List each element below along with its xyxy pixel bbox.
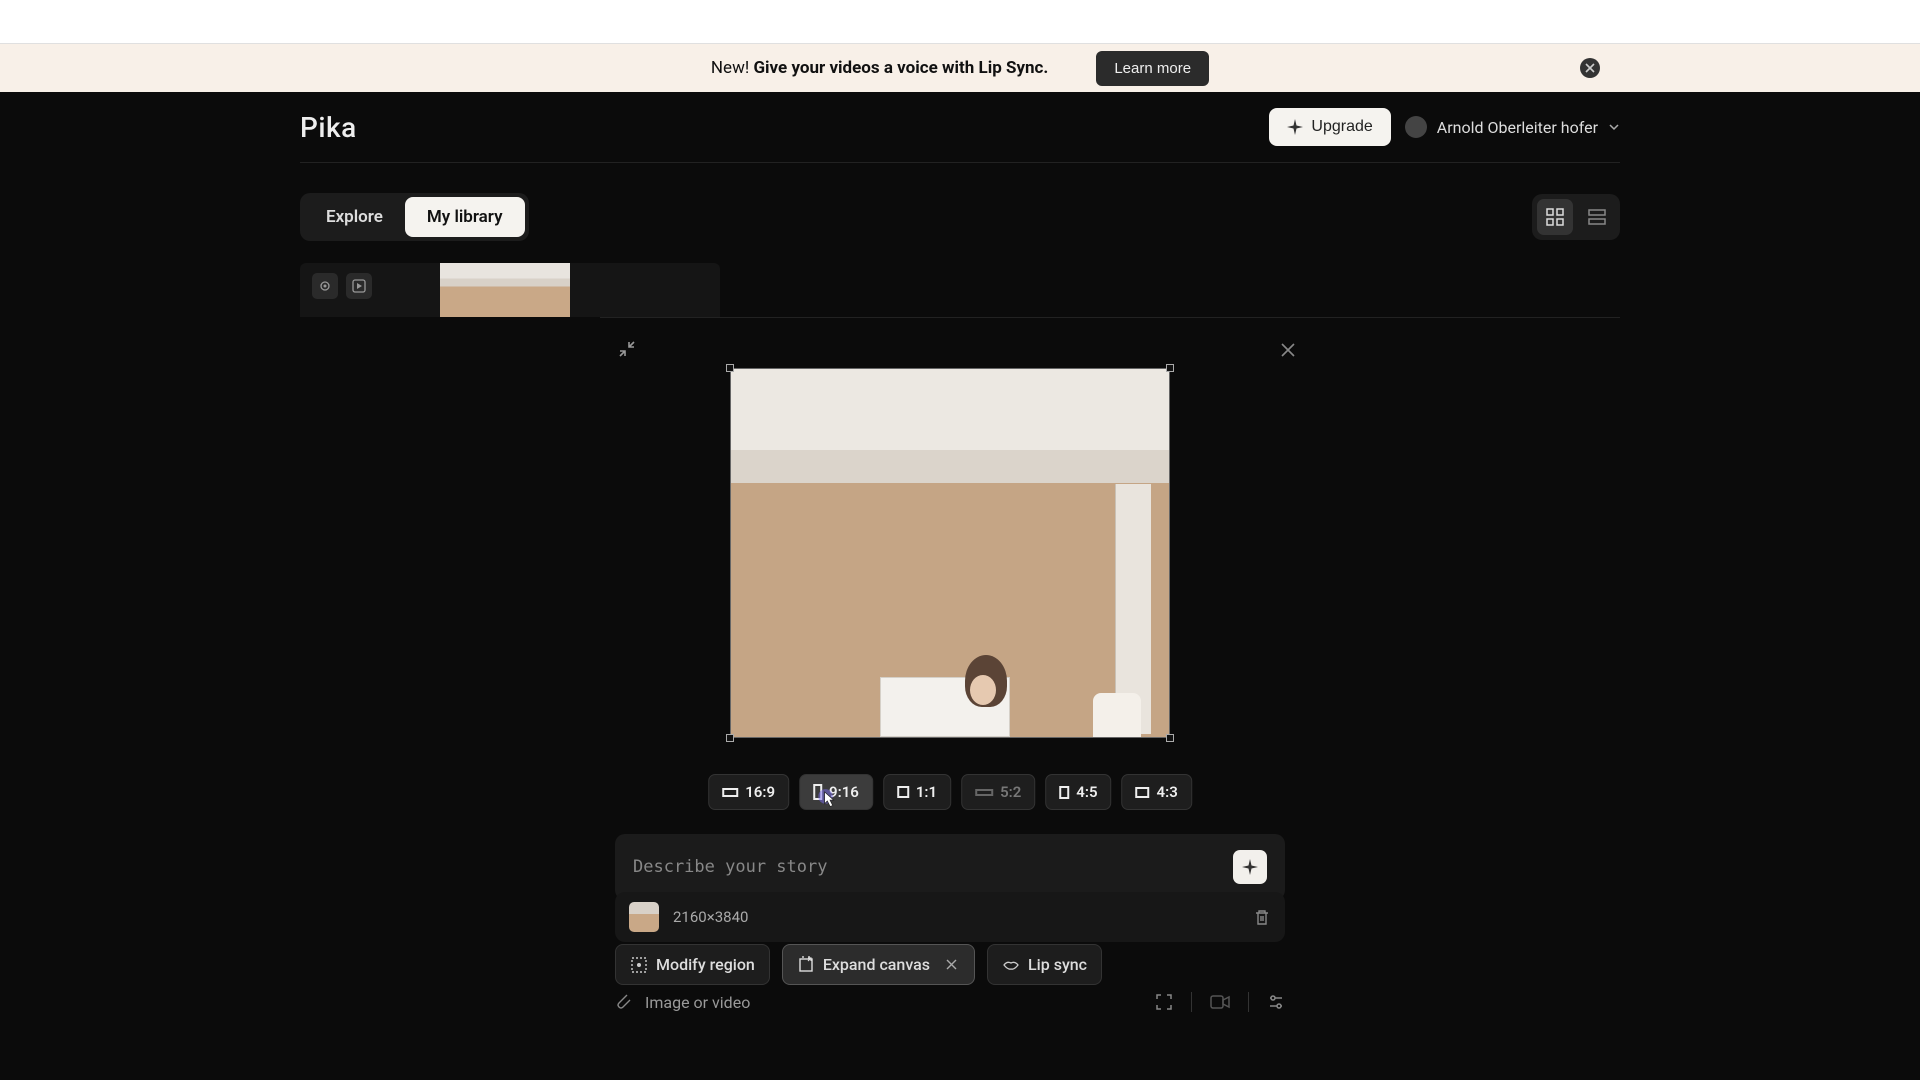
settings-button[interactable] xyxy=(1267,993,1285,1011)
ratio-icon xyxy=(722,788,738,797)
upgrade-label: Upgrade xyxy=(1311,118,1372,136)
tab-explore[interactable]: Explore xyxy=(304,197,405,237)
ratio-4-3[interactable]: 4:3 xyxy=(1122,774,1192,810)
bottom-toolbar: Image or video xyxy=(615,992,1285,1012)
ratio-5-2[interactable]: 5:2 xyxy=(961,774,1035,810)
ratio-9-16[interactable]: 9:16 xyxy=(799,774,873,810)
ratio-label: 5:2 xyxy=(1000,783,1021,801)
tool-close-button[interactable] xyxy=(942,956,960,974)
list-icon xyxy=(1588,208,1606,226)
close-icon xyxy=(1280,342,1296,358)
canvas-frame[interactable]: 16:9 9:16 1:1 5:2 4:5 xyxy=(730,368,1170,738)
grid-view-button[interactable] xyxy=(1537,199,1573,235)
paperclip-icon xyxy=(615,993,633,1011)
view-toggle xyxy=(1532,194,1620,240)
collapse-icon xyxy=(618,340,636,358)
resize-handle-bl[interactable] xyxy=(726,734,734,742)
cursor-pointer-icon xyxy=(818,789,838,813)
tool-label: Lip sync xyxy=(1028,955,1087,974)
tool-label: Expand canvas xyxy=(823,955,930,974)
user-menu[interactable]: Arnold Oberleiter hofer xyxy=(1405,116,1620,138)
delete-attachment-button[interactable] xyxy=(1253,908,1271,926)
close-icon xyxy=(946,959,957,970)
modify-region-button[interactable]: Modify region xyxy=(615,944,770,985)
region-icon xyxy=(630,956,648,974)
banner-prefix: New! xyxy=(711,58,754,78)
close-editor-button[interactable] xyxy=(1280,342,1296,358)
lip-sync-button[interactable]: Lip sync xyxy=(987,944,1102,985)
video-settings-button[interactable] xyxy=(1210,994,1230,1010)
focus-icon xyxy=(312,273,338,299)
divider xyxy=(1191,992,1192,1012)
sparkle-icon xyxy=(1287,119,1303,135)
browser-chrome-gap xyxy=(0,0,1920,44)
library-thumbnail xyxy=(440,263,570,317)
lips-icon xyxy=(1002,956,1020,974)
ratio-icon xyxy=(1059,786,1069,799)
learn-more-button[interactable]: Learn more xyxy=(1096,51,1209,86)
prompt-placeholder[interactable]: Describe your story xyxy=(633,857,827,877)
generate-button[interactable] xyxy=(1233,850,1267,884)
library-item[interactable] xyxy=(300,263,720,317)
attachment-button[interactable] xyxy=(615,993,633,1011)
fullscreen-button[interactable] xyxy=(1155,993,1173,1011)
app-header: Pika Upgrade Arnold Oberleiter hofer xyxy=(0,92,1920,162)
ratio-label: 4:3 xyxy=(1157,783,1178,801)
ratio-16-9[interactable]: 16:9 xyxy=(708,774,789,810)
user-name: Arnold Oberleiter hofer xyxy=(1437,118,1598,137)
attachment-dimensions: 2160×3840 xyxy=(673,908,748,926)
resize-handle-tl[interactable] xyxy=(726,364,734,372)
canvas-preview[interactable] xyxy=(730,368,1170,738)
ratio-1-1[interactable]: 1:1 xyxy=(883,774,951,810)
ratio-4-5[interactable]: 4:5 xyxy=(1045,774,1111,810)
upgrade-button[interactable]: Upgrade xyxy=(1269,108,1390,146)
ratio-icon xyxy=(975,789,993,796)
ratio-icon xyxy=(1136,787,1150,798)
sliders-icon xyxy=(1267,993,1285,1011)
ratio-label: 4:5 xyxy=(1076,783,1097,801)
list-view-button[interactable] xyxy=(1579,199,1615,235)
nav-tabs: Explore My library xyxy=(300,193,529,241)
fullscreen-icon xyxy=(1155,993,1173,1011)
collapse-button[interactable] xyxy=(618,340,636,358)
tools-row: Modify region Expand canvas Lip sync xyxy=(615,938,1285,991)
chevron-down-icon xyxy=(1608,121,1620,133)
expand-canvas-button[interactable]: Expand canvas xyxy=(782,944,975,985)
attachment-label: Image or video xyxy=(645,993,750,1012)
grid-icon xyxy=(1546,208,1564,226)
video-icon xyxy=(1210,994,1230,1010)
sparkle-icon xyxy=(1242,859,1258,875)
aspect-ratio-bar: 16:9 9:16 1:1 5:2 4:5 xyxy=(708,774,1192,810)
divider xyxy=(1248,992,1249,1012)
prompt-input-box: Describe your story xyxy=(615,834,1285,900)
attachment-row: 2160×3840 xyxy=(615,892,1285,942)
banner-bold: Give your videos a voice with Lip Sync. xyxy=(753,58,1048,78)
expand-icon xyxy=(797,956,815,974)
tab-my-library[interactable]: My library xyxy=(405,197,525,237)
attachment-thumbnail[interactable] xyxy=(629,902,659,932)
resize-handle-tr[interactable] xyxy=(1166,364,1174,372)
logo: Pika xyxy=(300,111,357,144)
ratio-label: 1:1 xyxy=(916,783,937,801)
announcement-banner: New! Give your videos a voice with Lip S… xyxy=(0,44,1920,92)
ratio-icon xyxy=(897,786,909,798)
trash-icon xyxy=(1253,908,1271,926)
scene-lamp xyxy=(1093,693,1141,737)
scene-person-face xyxy=(970,675,996,705)
resize-handle-br[interactable] xyxy=(1166,734,1174,742)
avatar xyxy=(1405,116,1427,138)
tool-label: Modify region xyxy=(656,955,755,974)
library-separator xyxy=(600,317,1620,318)
ratio-label: 16:9 xyxy=(745,783,775,801)
close-icon xyxy=(1585,63,1595,73)
banner-text: New! Give your videos a voice with Lip S… xyxy=(711,58,1048,78)
close-banner-button[interactable] xyxy=(1580,58,1600,78)
play-icon xyxy=(346,273,372,299)
